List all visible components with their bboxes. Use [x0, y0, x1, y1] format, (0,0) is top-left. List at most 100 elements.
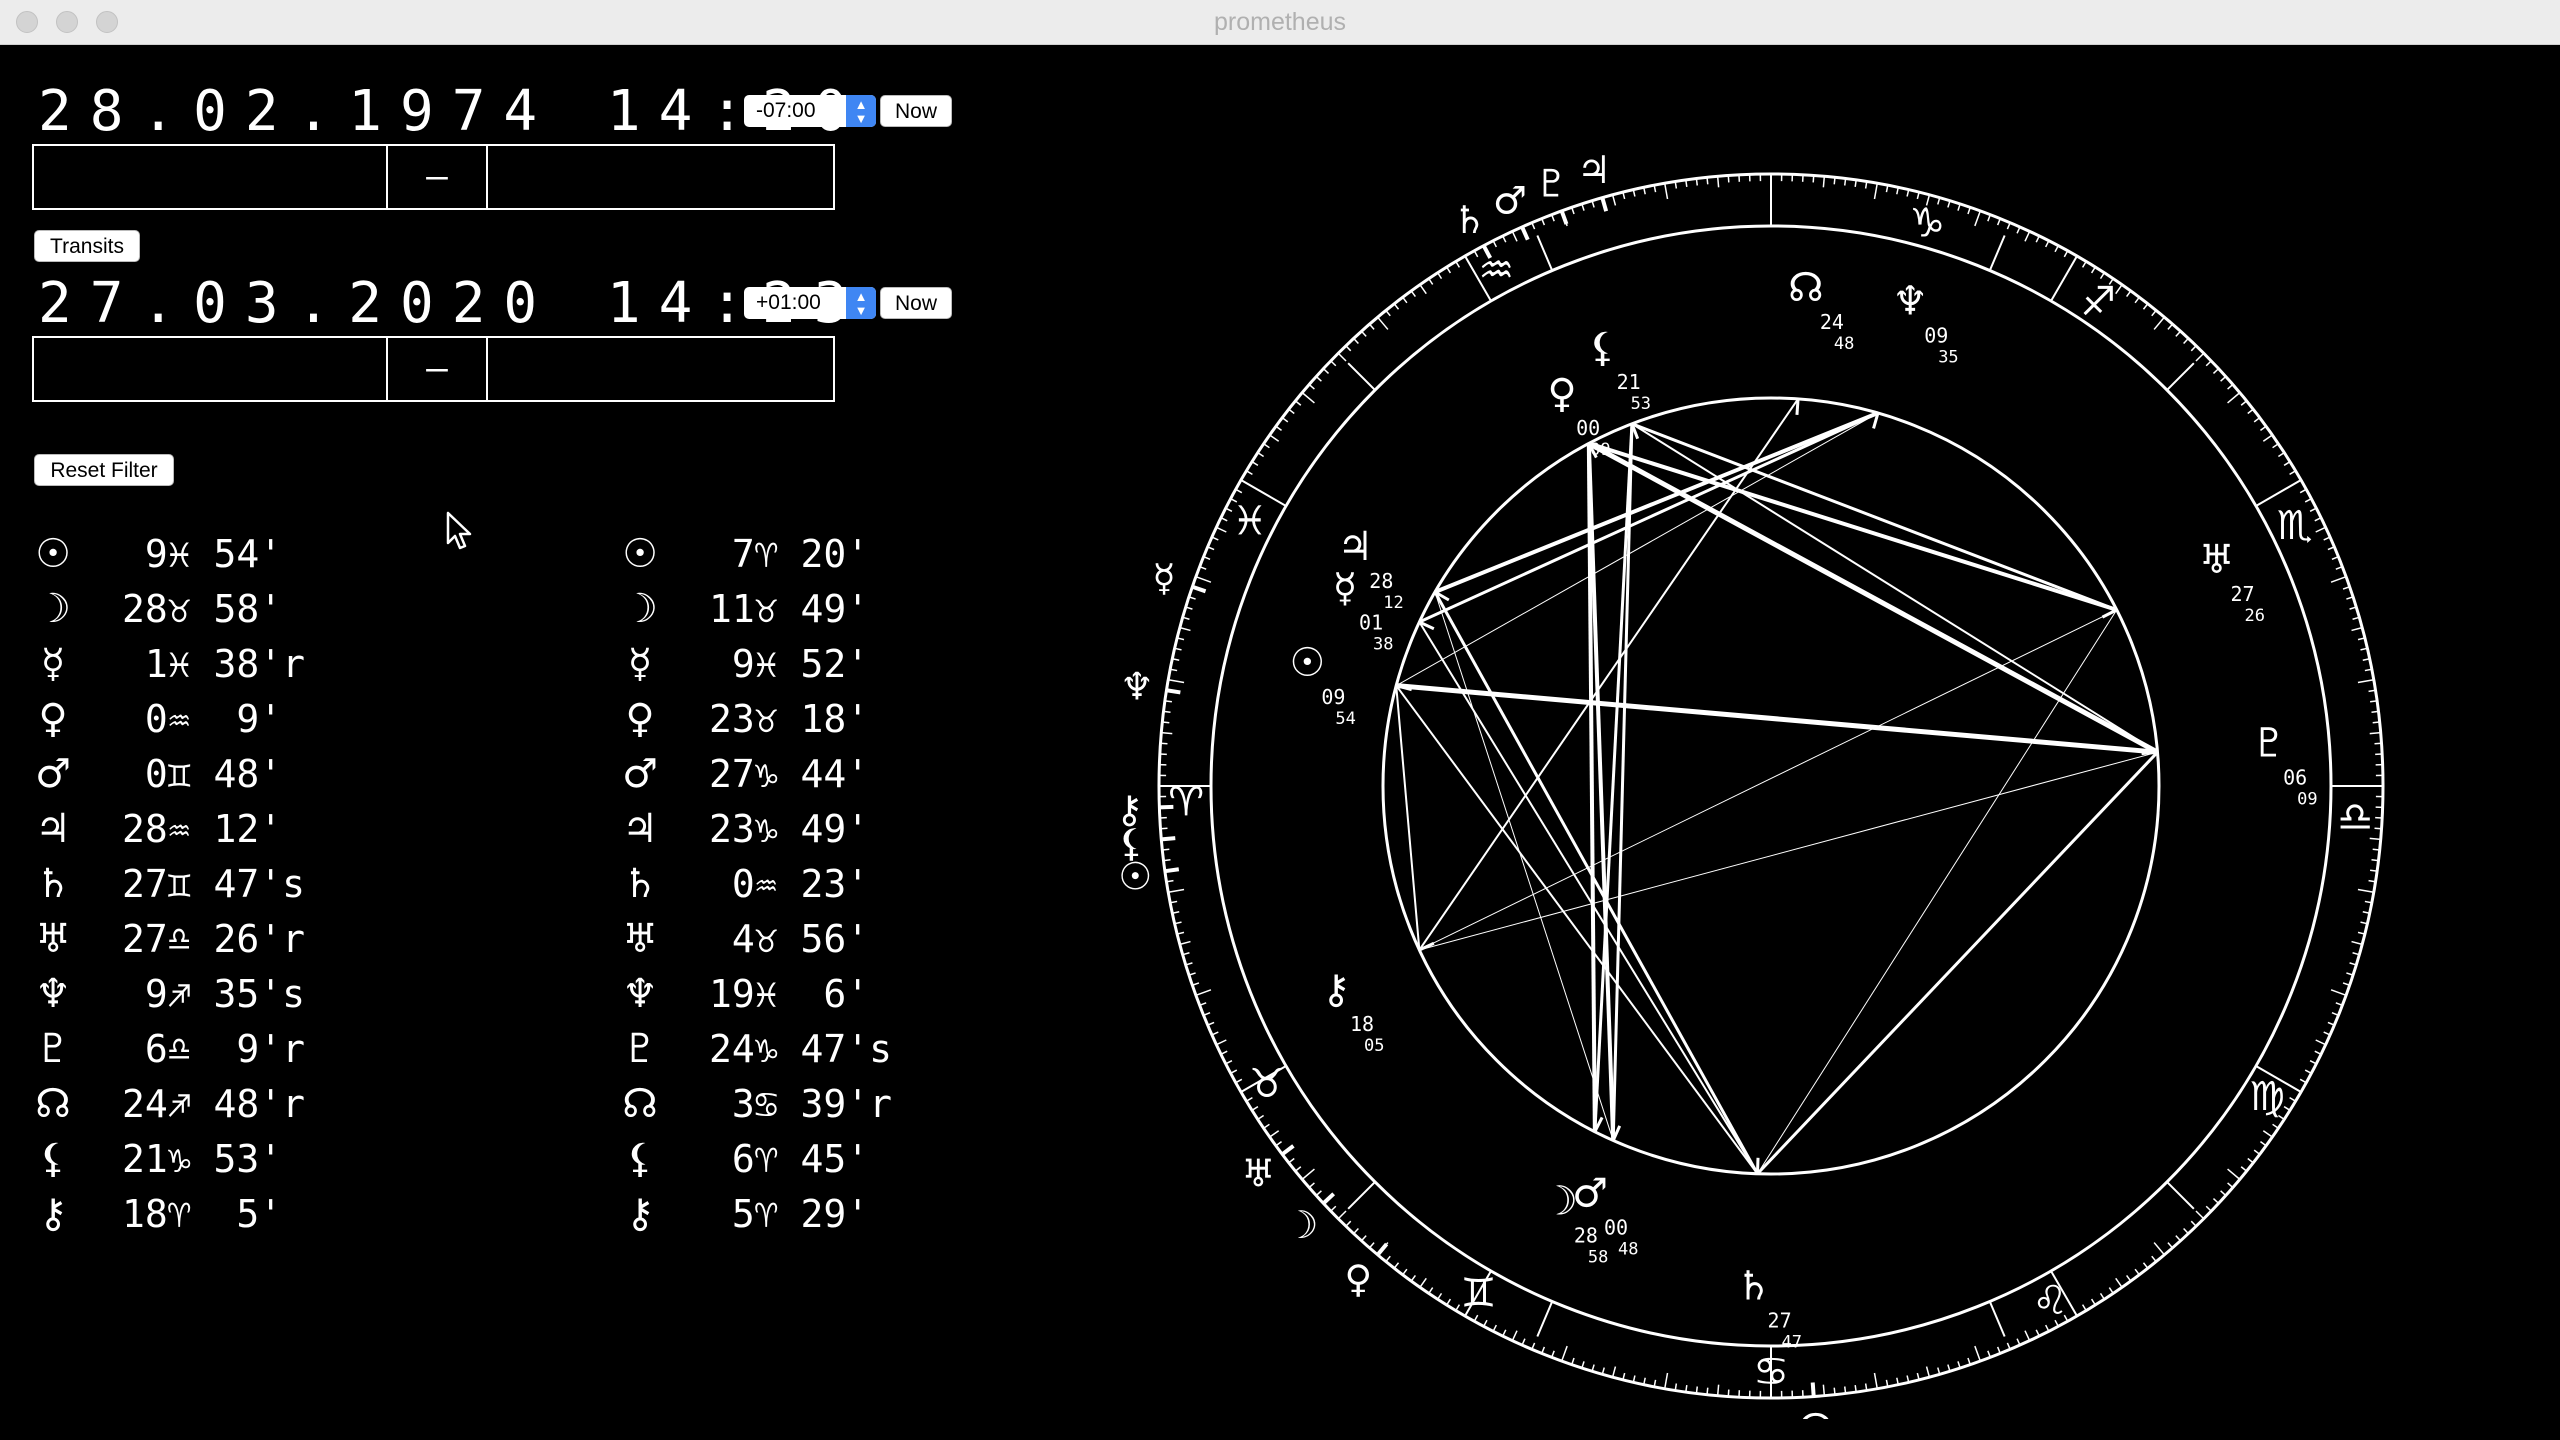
aspect-line	[1395, 685, 1421, 951]
reset-filter-button[interactable]: Reset Filter	[34, 454, 174, 486]
degree-tick	[1179, 626, 1191, 632]
transit-marker	[1600, 197, 1609, 212]
degree-tick	[2314, 1050, 2322, 1055]
transit-now-button[interactable]: Now	[880, 287, 952, 319]
uranus-icon: ♅	[2199, 537, 2235, 583]
aspect-line	[1756, 751, 2159, 1175]
planet-position: 23♑ 49'	[709, 807, 870, 851]
transit-marker	[1376, 1242, 1389, 1257]
stepper-arrows-icon[interactable]: ▲ ▼	[846, 287, 876, 319]
degree-tick	[1502, 1329, 1507, 1337]
scorpio-sign-icon: ♏	[2277, 503, 2313, 549]
degree-tick	[1873, 1372, 1879, 1389]
sun-icon: ☉	[35, 531, 71, 577]
degree-tick	[1446, 1298, 1452, 1306]
window-titlebar: prometheus	[0, 0, 2560, 45]
planet-minute-label: 38	[1373, 634, 1393, 654]
planet-minute-label: 48	[1618, 1240, 1638, 1260]
degree-tick	[2044, 240, 2050, 248]
transit-neptune-icon: ♆	[1120, 665, 1154, 709]
degree-tick	[2370, 700, 2378, 703]
neptune-icon: ♆	[622, 971, 658, 1017]
degree-tick	[2272, 443, 2279, 449]
aspect-line	[1631, 422, 2159, 754]
planet-position: 4♉ 56'	[709, 917, 870, 961]
degree-tick	[1235, 488, 1243, 494]
degree-tick	[1974, 1345, 1982, 1362]
transit-saturn-icon: ♄	[1453, 198, 1487, 242]
degree-tick	[1308, 383, 1315, 390]
degree-tick	[2099, 272, 2105, 280]
chiron-icon: ⚷	[625, 1191, 655, 1237]
stepper-arrows-icon[interactable]: ▲ ▼	[846, 95, 876, 127]
degree-tick	[1275, 425, 1282, 431]
degree-tick	[1330, 1205, 1337, 1212]
transit-timezone-stepper[interactable]: +01:00 ▲ ▼	[744, 287, 876, 319]
chart-wheel[interactable]: ♑♐♏♎♍♌♋♊♉♈♓♒⚸2153♀0009☊2448♆0935♅2726♇06…	[1096, 119, 2396, 1419]
degree-tick	[1345, 345, 1352, 352]
transits-button[interactable]: Transits	[34, 230, 140, 262]
degree-tick	[1163, 858, 1171, 862]
saturn-icon: ♄	[1736, 1264, 1772, 1310]
degree-tick	[2370, 869, 2378, 872]
degree-tick	[1330, 360, 1337, 367]
natal-now-button[interactable]: Now	[880, 95, 952, 127]
jupiter-icon: ♃	[622, 806, 658, 852]
degree-tick	[1663, 183, 1669, 200]
degree-tick	[1263, 1123, 1270, 1129]
aspect-line	[1419, 609, 2117, 951]
degree-tick	[2115, 1277, 2123, 1288]
degree-tick	[1163, 710, 1171, 714]
degree-tick	[1337, 352, 1347, 362]
degree-tick	[1402, 1268, 1408, 1276]
degree-tick	[1611, 194, 1617, 206]
neptune-icon: ♆	[1892, 279, 1928, 325]
degree-tick	[1685, 179, 1688, 187]
degree-tick	[2205, 1205, 2212, 1212]
planet-minute-label: 48	[1834, 334, 1854, 354]
degree-tick	[1322, 368, 1330, 374]
degree-tick	[2372, 848, 2380, 851]
degree-tick	[1345, 1220, 1352, 1227]
house-cusp	[1536, 235, 1554, 271]
aspect-line	[1631, 422, 2118, 612]
planet-degree-label: 28	[1574, 1223, 1598, 1247]
saturn-icon: ♄	[35, 861, 71, 907]
planet-position: 19♓ 6'	[709, 972, 870, 1016]
degree-tick	[1162, 721, 1170, 724]
degree-tick	[1446, 266, 1452, 274]
transit-datetime-field[interactable]: 27.03.2020 14:23	[38, 271, 865, 337]
degree-tick	[2044, 1324, 2050, 1332]
degree-tick	[1695, 178, 1699, 186]
degree-tick	[2372, 721, 2380, 724]
planet-position: 18♈ 5'	[122, 1192, 283, 1236]
degree-tick	[1511, 231, 1518, 242]
degree-tick	[1360, 330, 1367, 337]
degree-tick	[2371, 710, 2379, 714]
degree-tick	[1368, 1242, 1375, 1249]
degree-tick	[2099, 1292, 2105, 1300]
planet-position: 9♓ 52'	[709, 642, 870, 686]
degree-tick	[1437, 1292, 1443, 1300]
aspect-line	[1418, 411, 1879, 624]
degree-tick	[2183, 337, 2189, 345]
degree-tick	[2035, 235, 2040, 243]
planet-degree-label: 09	[1321, 685, 1345, 709]
natal-timezone-stepper[interactable]: -07:00 ▲ ▼	[744, 95, 876, 127]
planet-position: 21♑ 53'	[122, 1137, 283, 1181]
degree-tick	[1164, 700, 1172, 703]
node-icon: ☊	[1788, 265, 1824, 311]
lilith-icon: ⚸	[1588, 325, 1617, 371]
degree-tick	[2175, 330, 2182, 337]
degree-tick	[2212, 1198, 2220, 1204]
degree-tick	[1263, 443, 1270, 449]
degree-tick	[2330, 989, 2347, 997]
degree-tick	[2351, 626, 2363, 632]
degree-tick	[1492, 1324, 1498, 1332]
mercury-icon: ☿	[40, 641, 66, 687]
degree-tick	[1502, 235, 1507, 243]
planet-minute-label: 35	[1938, 348, 1958, 368]
natal-datetime-field[interactable]: 28.02.1974 14:20	[38, 79, 865, 145]
uranus-icon: ♅	[35, 916, 71, 962]
degree-tick	[1685, 1385, 1688, 1393]
